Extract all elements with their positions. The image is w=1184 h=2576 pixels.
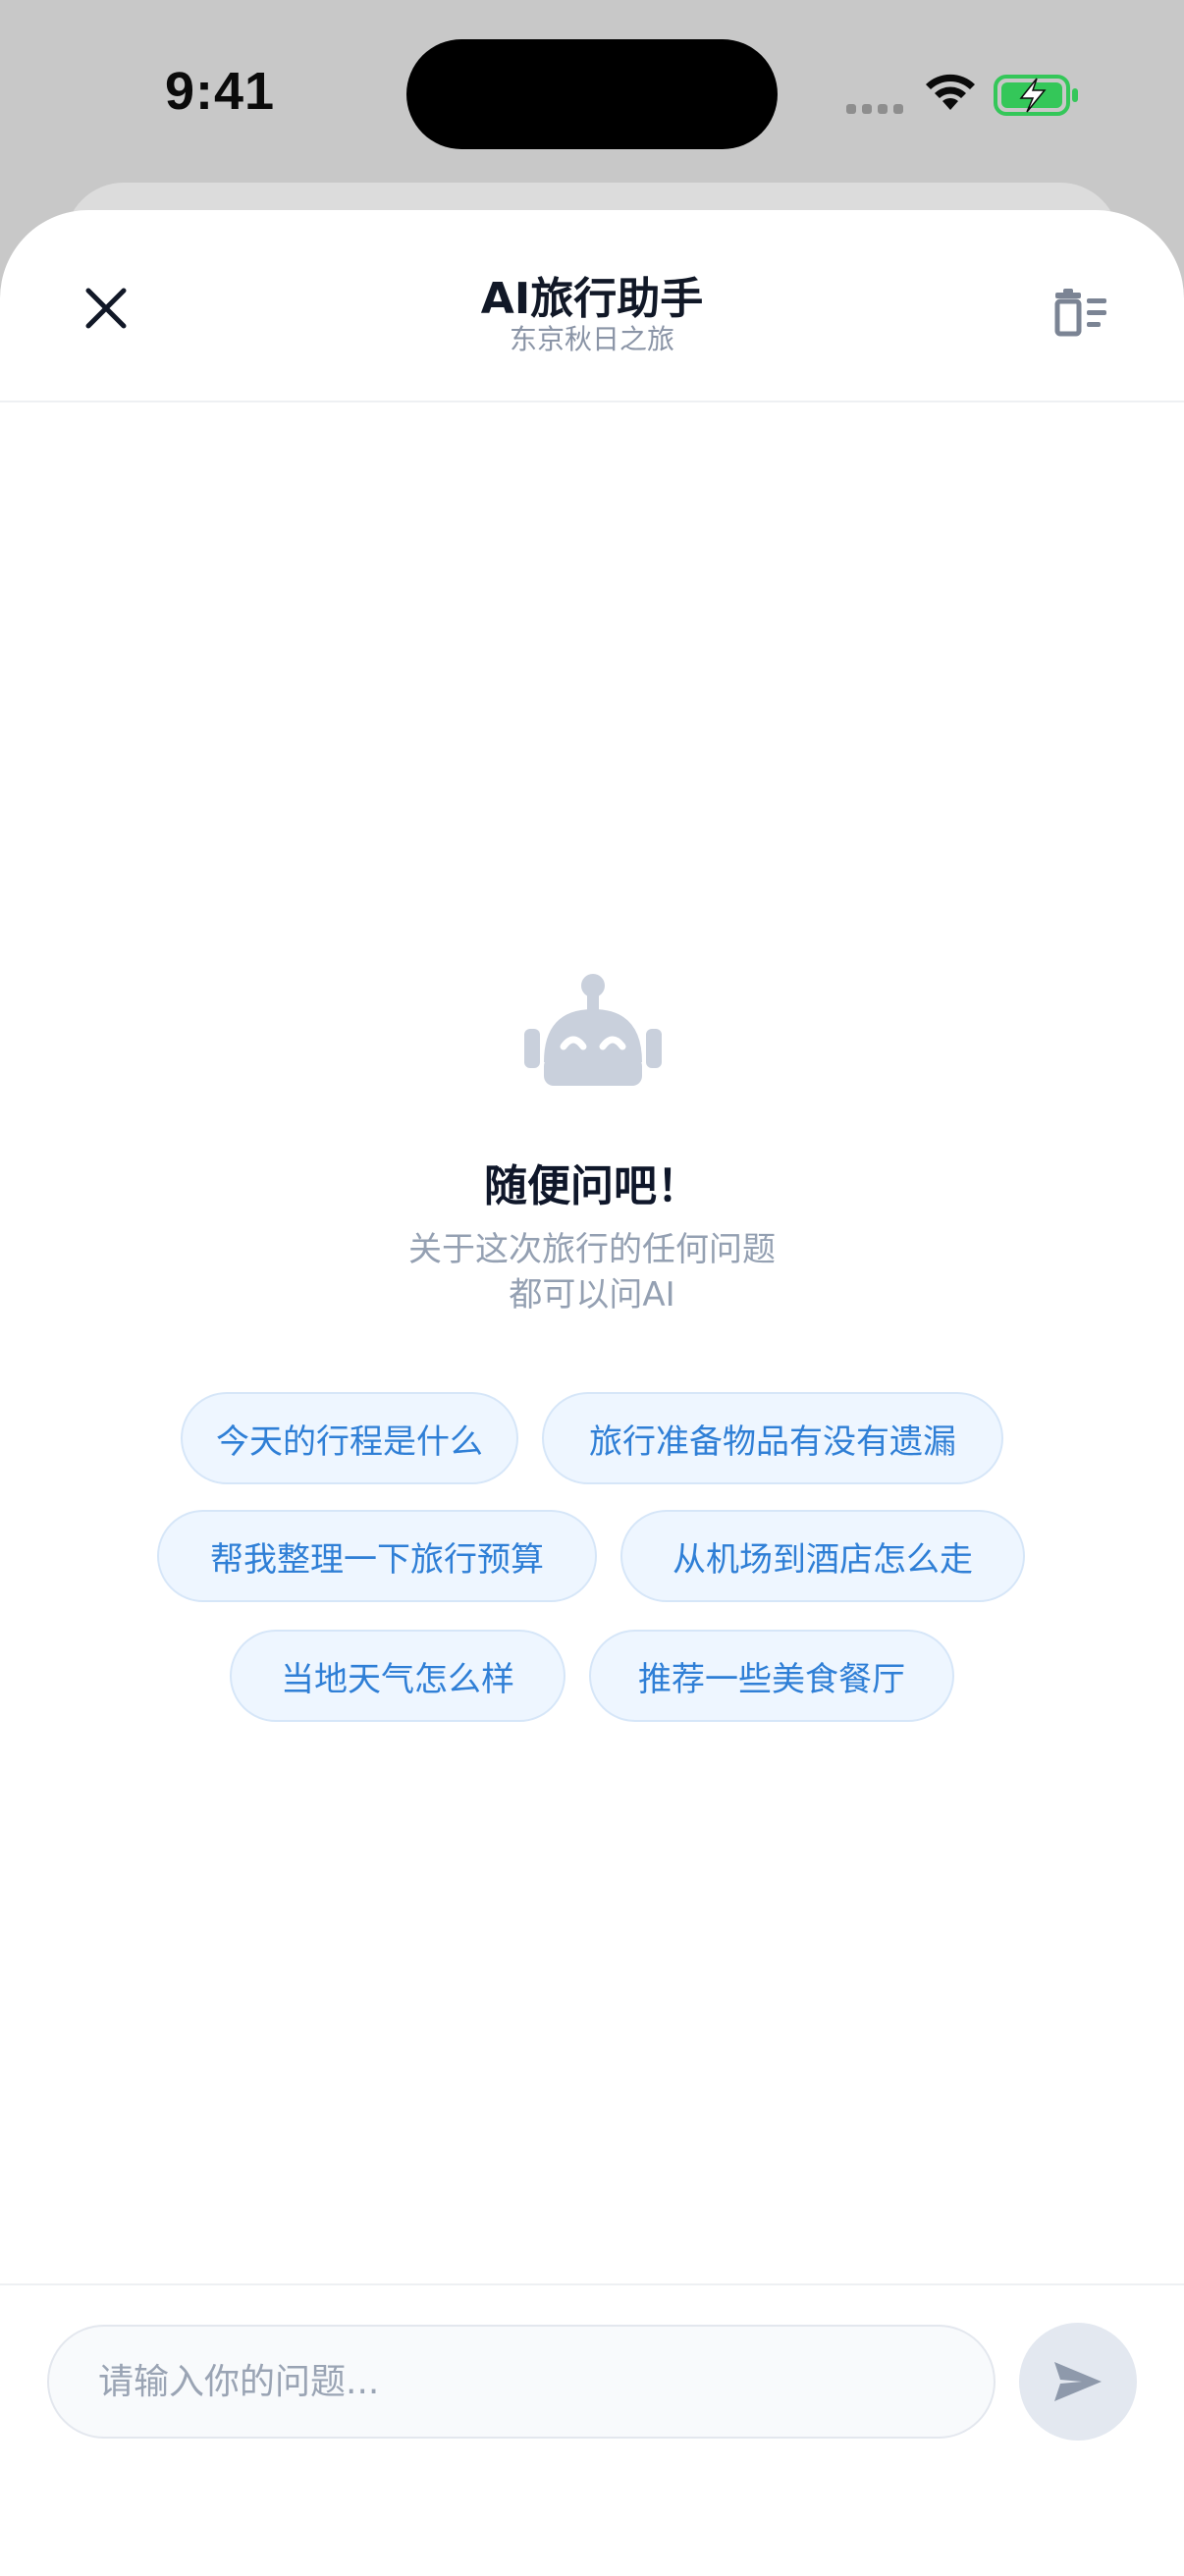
clear-chat-button[interactable] — [1047, 279, 1115, 348]
suggestion-chip[interactable]: 推荐一些美食餐厅 — [589, 1630, 954, 1722]
empty-state-description: 关于这次旅行的任何问题 都可以问AI — [0, 1227, 1184, 1317]
send-icon — [1054, 2362, 1102, 2401]
empty-state-description-line1: 关于这次旅行的任何问题 — [408, 1230, 776, 1269]
page-title: AI旅行助手 — [480, 274, 704, 324]
empty-state-title: 随便问吧！ — [484, 1161, 700, 1211]
suggestion-chip[interactable]: 从机场到酒店怎么走 — [620, 1510, 1025, 1602]
cellular-signal-icon — [846, 104, 903, 114]
suggestion-chip[interactable]: 旅行准备物品有没有遗漏 — [542, 1392, 1003, 1484]
clear-list-icon — [1054, 289, 1106, 337]
send-button[interactable] — [1019, 2323, 1137, 2441]
message-input[interactable] — [47, 2325, 996, 2439]
suggestion-chip[interactable]: 当地天气怎么样 — [230, 1630, 565, 1722]
dynamic-island — [406, 39, 778, 149]
status-bar: 9:41 — [0, 0, 1184, 177]
wifi-icon — [926, 74, 975, 110]
trip-subtitle: 东京秋日之旅 — [509, 323, 674, 355]
battery-charging-icon — [994, 75, 1078, 116]
suggestion-chip[interactable]: 帮我整理一下旅行预算 — [157, 1510, 597, 1602]
sheet-header: AI旅行助手 东京秋日之旅 — [0, 210, 1184, 402]
chat-input-bar — [0, 2283, 1184, 2576]
suggestion-chip[interactable]: 今天的行程是什么 — [181, 1392, 518, 1484]
empty-state-description-line2: 都可以问AI — [509, 1275, 675, 1315]
status-time: 9:41 — [165, 62, 276, 121]
robot-icon — [524, 974, 662, 1086]
